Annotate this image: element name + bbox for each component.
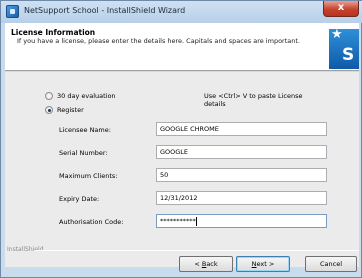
back-prefix: < xyxy=(194,260,202,268)
cancel-button[interactable]: Cancel xyxy=(305,256,357,272)
close-button[interactable]: x xyxy=(323,1,359,17)
authorisation-code-value: *********** xyxy=(160,217,196,225)
register-option[interactable]: Register xyxy=(45,104,84,116)
authorisation-code-input[interactable]: *********** xyxy=(156,214,327,228)
logo-letter-icon: S xyxy=(342,45,355,65)
licensee-name-input[interactable]: GOOGLE CHROME xyxy=(156,122,327,136)
register-radio[interactable] xyxy=(45,106,53,114)
evaluation-label: 30 day evaluation xyxy=(57,92,116,100)
next-button[interactable]: Next > xyxy=(236,256,290,272)
header-description: If you have a license, please enter the … xyxy=(17,37,300,45)
text-caret xyxy=(195,216,197,226)
header-title: License Information xyxy=(11,28,96,37)
title-bar[interactable]: NetSupport School - InstallShield Wizard… xyxy=(1,1,362,23)
netsupport-logo-icon: ★ S xyxy=(329,27,359,69)
evaluation-radio[interactable] xyxy=(45,92,53,100)
serial-number-label: Serial Number: xyxy=(59,149,108,157)
expiry-date-input[interactable]: 12/31/2012 xyxy=(156,191,327,205)
footer-divider xyxy=(35,250,359,251)
maximum-clients-input[interactable]: 50 xyxy=(156,168,327,182)
authorisation-code-label: Authorisation Code: xyxy=(59,218,124,226)
back-suffix: ack xyxy=(206,260,218,268)
window-title: NetSupport School - InstallShield Wizard xyxy=(24,6,186,15)
back-button[interactable]: < Back xyxy=(179,256,233,272)
paste-hint: Use <Ctrl> V to paste License details xyxy=(204,92,303,108)
installer-app-icon xyxy=(6,5,19,18)
licensee-name-label: Licensee Name: xyxy=(59,126,111,134)
maximum-clients-label: Maximum Clients: xyxy=(59,172,118,180)
star-icon: ★ xyxy=(331,27,343,42)
installer-window: NetSupport School - InstallShield Wizard… xyxy=(0,0,362,278)
expiry-date-label: Expiry Date: xyxy=(59,195,100,203)
evaluation-option[interactable]: 30 day evaluation xyxy=(45,90,116,102)
header-panel: License Information If you have a licens… xyxy=(5,23,359,71)
next-suffix: ext > xyxy=(256,260,275,268)
register-label: Register xyxy=(57,106,84,114)
serial-number-input[interactable]: GOOGLE xyxy=(156,145,327,159)
